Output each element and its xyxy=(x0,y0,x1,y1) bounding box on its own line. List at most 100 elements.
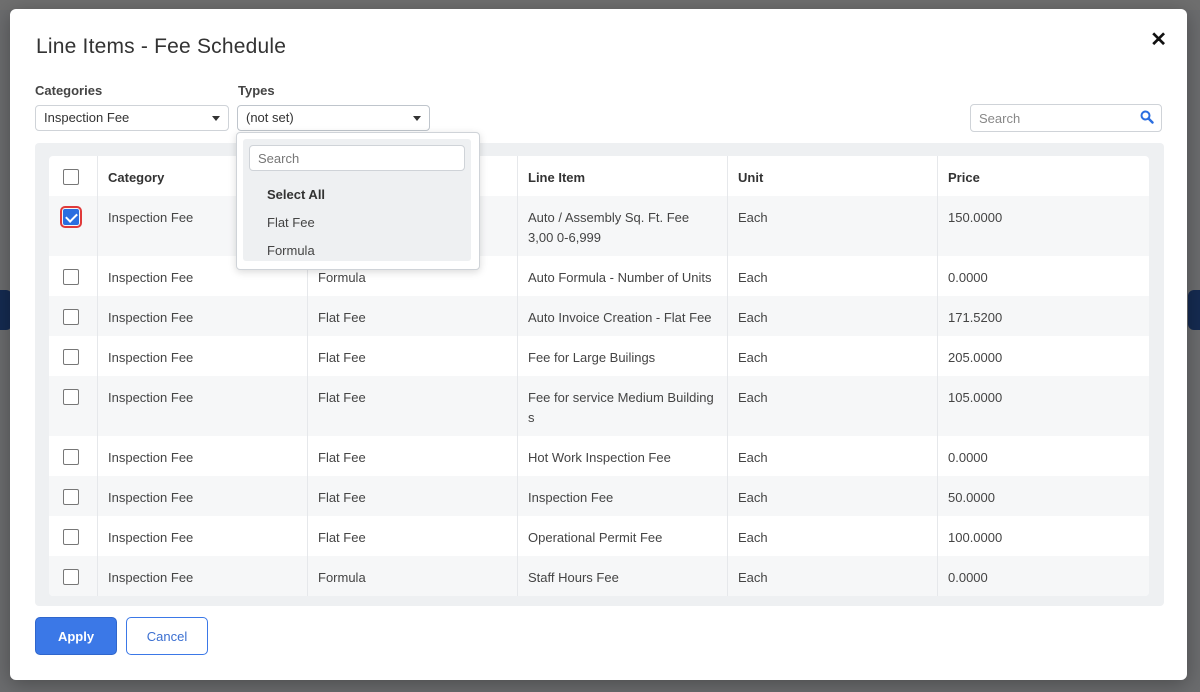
categories-label: Categories xyxy=(35,83,103,98)
row-line-item: Fee for service Medium Building s xyxy=(517,376,727,436)
types-value: (not set) xyxy=(246,110,294,125)
table-row[interactable]: Inspection Fee Flat Fee Fee for service Me… xyxy=(49,376,1149,436)
chevron-down-icon xyxy=(413,116,421,121)
types-dropdown-search-input[interactable]: Search xyxy=(249,145,465,171)
apply-button[interactable]: Apply xyxy=(35,617,117,655)
row-type: Formula xyxy=(307,556,517,596)
row-price: 205.0000 xyxy=(937,336,1149,376)
row-checkbox-cell xyxy=(49,196,97,256)
chevron-down-icon xyxy=(212,116,220,121)
row-line-item: Fee for Large Builings xyxy=(517,336,727,376)
row-unit: Each xyxy=(727,336,937,376)
row-category: Inspection Fee xyxy=(97,336,307,376)
row-line-item: Auto Invoice Creation - Flat Fee xyxy=(517,296,727,336)
row-price: 50.0000 xyxy=(937,476,1149,516)
row-line-item: Auto / Assembly Sq. Ft. Fee 3,00 0-6,999 xyxy=(517,196,727,256)
table-row[interactable]: Inspection Fee Auto / Assembly Sq. Ft. Fe… xyxy=(49,196,1149,256)
modal-title: Line Items - Fee Schedule xyxy=(36,35,287,58)
select-all-checkbox[interactable] xyxy=(63,169,79,185)
row-unit: Each xyxy=(727,556,937,596)
row-checkbox[interactable] xyxy=(60,206,82,228)
types-dropdown-menu: Search Select All Flat Fee Formula xyxy=(236,132,480,270)
row-unit: Each xyxy=(727,436,937,476)
search-input[interactable]: Search xyxy=(970,104,1162,132)
row-category: Inspection Fee xyxy=(97,516,307,556)
row-price: 0.0000 xyxy=(937,256,1149,296)
search-placeholder: Search xyxy=(979,111,1021,126)
column-header-line-item[interactable]: Line Item xyxy=(517,156,727,196)
row-type: Flat Fee xyxy=(307,376,517,436)
row-checkbox-cell xyxy=(49,516,97,556)
table-row[interactable]: Inspection Fee Flat Fee Hot Work Inspectio… xyxy=(49,436,1149,476)
row-price: 150.0000 xyxy=(937,196,1149,256)
row-checkbox-cell xyxy=(49,256,97,296)
types-option-flat-fee[interactable]: Flat Fee xyxy=(267,215,315,230)
row-unit: Each xyxy=(727,256,937,296)
row-checkbox[interactable] xyxy=(63,569,79,585)
table-row[interactable]: Inspection Fee Formula Auto Formula - Numb… xyxy=(49,256,1149,296)
types-option-formula[interactable]: Formula xyxy=(267,243,315,258)
row-type: Flat Fee xyxy=(307,476,517,516)
column-header-price[interactable]: Price xyxy=(937,156,1149,196)
table-container: Category Type Line Item Unit Price Inspe… xyxy=(35,143,1164,606)
row-type: Flat Fee xyxy=(307,516,517,556)
row-category: Inspection Fee xyxy=(97,556,307,596)
row-line-item: Hot Work Inspection Fee xyxy=(517,436,727,476)
close-button[interactable]: ✕ xyxy=(1150,27,1167,52)
row-checkbox[interactable] xyxy=(63,269,79,285)
row-checkbox[interactable] xyxy=(63,489,79,505)
row-line-item: Auto Formula - Number of Units xyxy=(517,256,727,296)
row-category: Inspection Fee xyxy=(97,476,307,516)
table-row[interactable]: Inspection Fee Flat Fee Inspection Fee Each… xyxy=(49,476,1149,516)
row-unit: Each xyxy=(727,376,937,436)
row-price: 0.0000 xyxy=(937,556,1149,596)
row-checkbox-cell xyxy=(49,376,97,436)
row-category: Inspection Fee xyxy=(97,436,307,476)
line-items-table: Category Type Line Item Unit Price Inspe… xyxy=(49,156,1149,596)
row-checkbox[interactable] xyxy=(63,449,79,465)
row-checkbox-cell xyxy=(49,556,97,596)
column-header-unit[interactable]: Unit xyxy=(727,156,937,196)
row-price: 0.0000 xyxy=(937,436,1149,476)
select-all-checkbox-cell xyxy=(49,156,97,196)
types-option-select-all[interactable]: Select All xyxy=(267,187,325,202)
row-checkbox-cell xyxy=(49,476,97,516)
row-checkbox[interactable] xyxy=(63,389,79,405)
close-icon: ✕ xyxy=(1150,29,1167,51)
table-row[interactable]: Inspection Fee Flat Fee Auto Invoice Creat… xyxy=(49,296,1149,336)
cancel-button[interactable]: Cancel xyxy=(126,617,208,655)
row-category: Inspection Fee xyxy=(97,376,307,436)
table-header-row: Category Type Line Item Unit Price xyxy=(49,156,1149,196)
row-type: Flat Fee xyxy=(307,296,517,336)
row-unit: Each xyxy=(727,476,937,516)
row-checkbox[interactable] xyxy=(63,309,79,325)
row-line-item: Staff Hours Fee xyxy=(517,556,727,596)
table-row[interactable]: Inspection Fee Flat Fee Operational Permit… xyxy=(49,516,1149,556)
row-line-item: Operational Permit Fee xyxy=(517,516,727,556)
row-checkbox-cell xyxy=(49,436,97,476)
row-line-item: Inspection Fee xyxy=(517,476,727,516)
types-dropdown-search-placeholder: Search xyxy=(258,151,300,166)
types-select[interactable]: (not set) xyxy=(237,105,430,131)
row-price: 100.0000 xyxy=(937,516,1149,556)
row-type: Flat Fee xyxy=(307,436,517,476)
row-price: 171.5200 xyxy=(937,296,1149,336)
row-unit: Each xyxy=(727,196,937,256)
row-checkbox-cell xyxy=(49,336,97,376)
categories-select[interactable]: Inspection Fee xyxy=(35,105,229,131)
row-category: Inspection Fee xyxy=(97,296,307,336)
row-checkbox[interactable] xyxy=(63,529,79,545)
categories-value: Inspection Fee xyxy=(44,110,130,125)
table-row[interactable]: Inspection Fee Formula Staff Hours Fee Each… xyxy=(49,556,1149,596)
row-checkbox[interactable] xyxy=(63,349,79,365)
table-row[interactable]: Inspection Fee Flat Fee Fee for Large Buil… xyxy=(49,336,1149,376)
row-unit: Each xyxy=(727,296,937,336)
row-price: 105.0000 xyxy=(937,376,1149,436)
types-dropdown-list: Search Select All Flat Fee Formula xyxy=(243,139,471,261)
row-type: Flat Fee xyxy=(307,336,517,376)
row-checkbox-cell xyxy=(49,296,97,336)
row-unit: Each xyxy=(727,516,937,556)
types-label: Types xyxy=(238,83,275,98)
fee-schedule-modal: Line Items - Fee Schedule ✕ Categories I… xyxy=(10,9,1187,680)
search-icon[interactable] xyxy=(1140,110,1154,127)
